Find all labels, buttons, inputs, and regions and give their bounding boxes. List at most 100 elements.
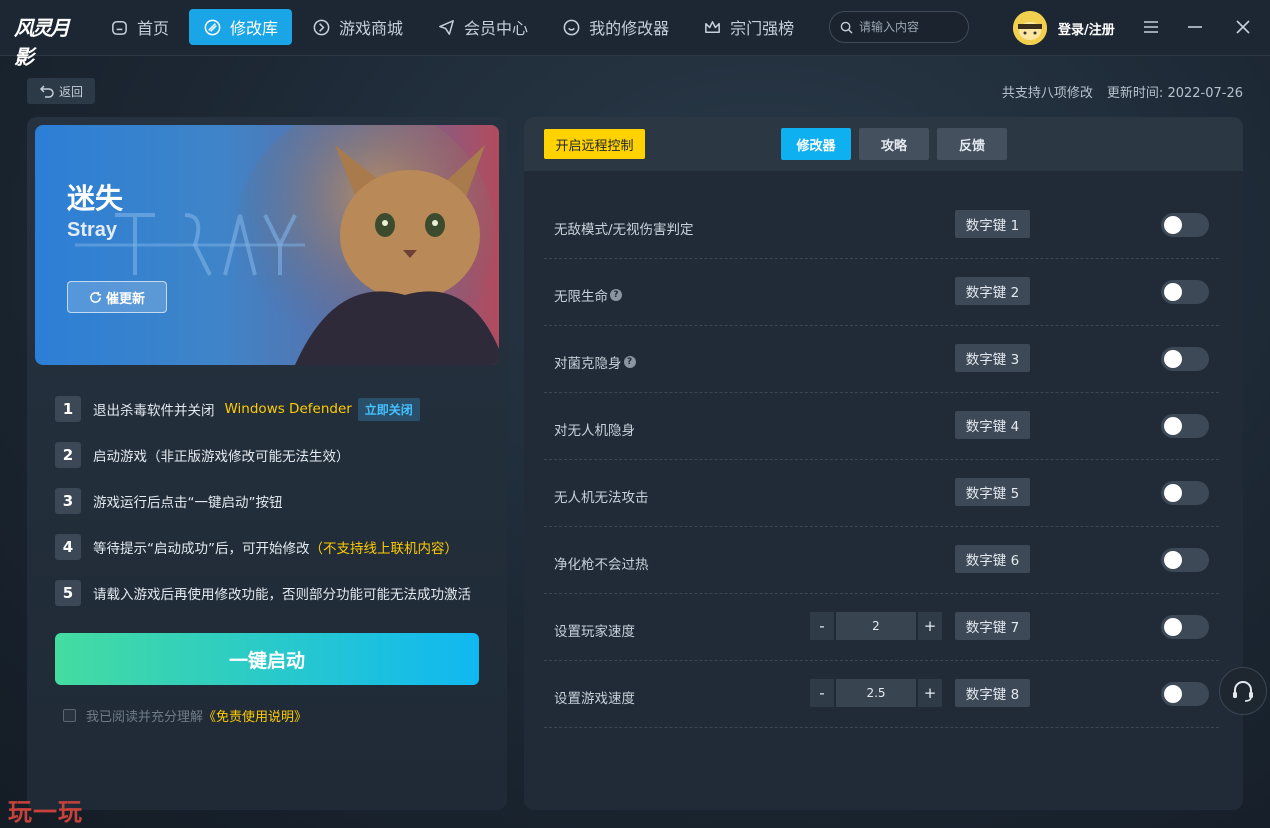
trainer-meta: 共支持八项修改 更新时间: 2022-07-26 xyxy=(1002,82,1243,101)
agreement: 我已阅读并充分理解《免责使用说明》 xyxy=(63,706,307,725)
tab-trainer[interactable]: 修改器 xyxy=(781,128,851,160)
avatar[interactable] xyxy=(1013,11,1047,45)
decrement-button[interactable]: - xyxy=(810,679,834,707)
game-speed-stepper: - 2.5 + xyxy=(810,679,942,707)
cheat-row: 净化枪不会过热 数字键 6 xyxy=(544,527,1219,594)
nav-item-mod-library[interactable]: 修改库 xyxy=(189,9,293,45)
decrement-button[interactable]: - xyxy=(810,612,834,640)
step-text: 启动游戏（非正版游戏修改可能无法生效） xyxy=(93,449,350,465)
nav-item-vip-center[interactable]: 会员中心 xyxy=(423,9,542,45)
step-item: 5 请载入游戏后再使用修改功能，否则部分功能可能无法成功激活 xyxy=(55,580,495,606)
search-icon xyxy=(840,21,853,34)
nav-item-home[interactable]: 首页 xyxy=(96,9,183,45)
tab-guide[interactable]: 攻略 xyxy=(859,128,929,160)
player-speed-stepper: - 2 + xyxy=(810,612,942,640)
search-input[interactable] xyxy=(859,20,959,34)
cheat-toggle[interactable] xyxy=(1161,615,1209,639)
cheat-toggle[interactable] xyxy=(1161,682,1209,706)
cheat-row: 无敌模式/无视伤害判定 数字键 1 xyxy=(544,192,1219,259)
help-icon[interactable]: ? xyxy=(610,289,622,301)
nav-item-label: 修改库 xyxy=(230,19,279,38)
cheat-toggle[interactable] xyxy=(1161,548,1209,572)
hotkey-badge: 数字键 8 xyxy=(955,679,1030,707)
urge-update-button[interactable]: 催更新 xyxy=(67,281,167,313)
back-button[interactable]: 返回 xyxy=(27,78,95,104)
nav-item-my-trainers[interactable]: 我的修改器 xyxy=(548,9,683,45)
game-title: 迷失 xyxy=(67,182,124,215)
nav-item-label: 会员中心 xyxy=(464,19,529,38)
increment-button[interactable]: + xyxy=(918,612,942,640)
login-link[interactable]: 登录/注册 xyxy=(1058,19,1115,38)
step-text: 游戏运行后点击“一键启动”按钮 xyxy=(93,495,283,511)
help-icon[interactable]: ? xyxy=(623,356,636,368)
close-button[interactable] xyxy=(1232,16,1254,38)
game-info-panel: 迷失 Stray 催更新 1 退出杀毒软件并关闭 Windows Defende… xyxy=(27,117,507,810)
menu-icon xyxy=(1144,21,1158,33)
step-number: 5 xyxy=(55,580,81,606)
watermark-logo: 玩一玩 xyxy=(8,797,83,826)
cheat-label: 对菌克隐身? xyxy=(554,352,636,372)
cheat-row: 无人机无法攻击 数字键 5 xyxy=(544,460,1219,527)
search-box[interactable] xyxy=(829,11,969,43)
cheat-toggle[interactable] xyxy=(1161,213,1209,237)
home-icon xyxy=(112,20,127,35)
support-count: 共支持八项修改 xyxy=(1001,86,1093,101)
cheat-label: 净化枪不会过热 xyxy=(554,557,649,573)
avatar-icon xyxy=(1013,11,1047,45)
game-subtitle: Stray xyxy=(67,219,118,241)
agreement-checkbox[interactable] xyxy=(63,709,76,722)
trainer-panel-header: 开启远程控制 修改器 攻略 反馈 xyxy=(524,117,1243,171)
nav-item-game-store[interactable]: 游戏商城 xyxy=(298,9,417,45)
cheat-label: 无人机无法攻击 xyxy=(554,490,649,506)
minimize-icon xyxy=(1188,26,1202,28)
hotkey-badge: 数字键 2 xyxy=(955,277,1030,305)
customer-support-button[interactable] xyxy=(1219,667,1267,715)
hotkey-badge: 数字键 4 xyxy=(955,411,1030,439)
stepper-value[interactable]: 2.5 xyxy=(836,679,916,707)
cheat-row: 对菌克隐身? 数字键 3 xyxy=(544,326,1219,393)
hotkey-badge: 数字键 3 xyxy=(955,344,1030,372)
trainer-panel: 开启远程控制 修改器 攻略 反馈 无敌模式/无视伤害判定 数字键 1 无限生命?… xyxy=(524,117,1243,810)
disclaimer-link[interactable]: 《免责使用说明》 xyxy=(203,710,307,725)
tab-feedback[interactable]: 反馈 xyxy=(937,128,1007,160)
cheat-label: 设置游戏速度 xyxy=(554,691,635,707)
stepper-value[interactable]: 2 xyxy=(836,612,916,640)
windows-defender-label: Windows Defender xyxy=(224,401,352,417)
nav-item-label: 宗门强榜 xyxy=(730,19,795,38)
cheat-toggle[interactable] xyxy=(1161,280,1209,304)
headset-icon xyxy=(1233,681,1253,702)
cheat-label: 对无人机隐身 xyxy=(554,423,635,439)
step-item: 1 退出杀毒软件并关闭 Windows Defender 立即关闭 xyxy=(55,396,495,422)
game-store-icon xyxy=(313,19,330,35)
hotkey-badge: 数字键 1 xyxy=(955,210,1030,238)
remote-control-button[interactable]: 开启远程控制 xyxy=(544,129,645,159)
nav-item-label: 游戏商城 xyxy=(339,19,404,38)
cheat-toggle[interactable] xyxy=(1161,347,1209,371)
step-number: 1 xyxy=(55,396,81,422)
urge-update-label: 催更新 xyxy=(105,291,145,307)
step-number: 4 xyxy=(55,534,81,560)
refresh-icon xyxy=(90,291,102,303)
back-label: 返回 xyxy=(58,84,83,99)
minimize-button[interactable] xyxy=(1184,16,1206,38)
hotkey-badge: 数字键 7 xyxy=(955,612,1030,640)
step-number: 3 xyxy=(55,488,81,514)
step-number: 2 xyxy=(55,442,81,468)
cheat-toggle[interactable] xyxy=(1161,481,1209,505)
back-arrow-icon xyxy=(39,85,54,98)
one-click-start-button[interactable]: 一键启动 xyxy=(55,633,479,685)
menu-button[interactable] xyxy=(1140,16,1162,38)
increment-button[interactable]: + xyxy=(918,679,942,707)
main-nav: 首页 修改库 游戏商城 会员中心 我的修改器 宗门强榜 xyxy=(96,9,808,45)
game-banner: 迷失 Stray 催更新 xyxy=(35,125,499,365)
cheat-toggle[interactable] xyxy=(1161,414,1209,438)
step-text: 等待提示“启动成功”后，可开始修改 xyxy=(93,541,310,557)
nav-item-ranking[interactable]: 宗门强榜 xyxy=(689,9,808,45)
hotkey-badge: 数字键 5 xyxy=(955,478,1030,506)
cheat-row: 无限生命? 数字键 2 xyxy=(544,259,1219,326)
close-defender-button[interactable]: 立即关闭 xyxy=(357,397,420,421)
step-item: 3 游戏运行后点击“一键启动”按钮 xyxy=(55,488,495,514)
cheat-label: 无限生命? xyxy=(554,285,622,305)
top-bar: 风灵月影 首页 修改库 游戏商城 会员中心 我的修改器 宗门强榜 请输入内容 登… xyxy=(0,0,1270,69)
app-logo[interactable]: 风灵月影 xyxy=(14,12,78,69)
